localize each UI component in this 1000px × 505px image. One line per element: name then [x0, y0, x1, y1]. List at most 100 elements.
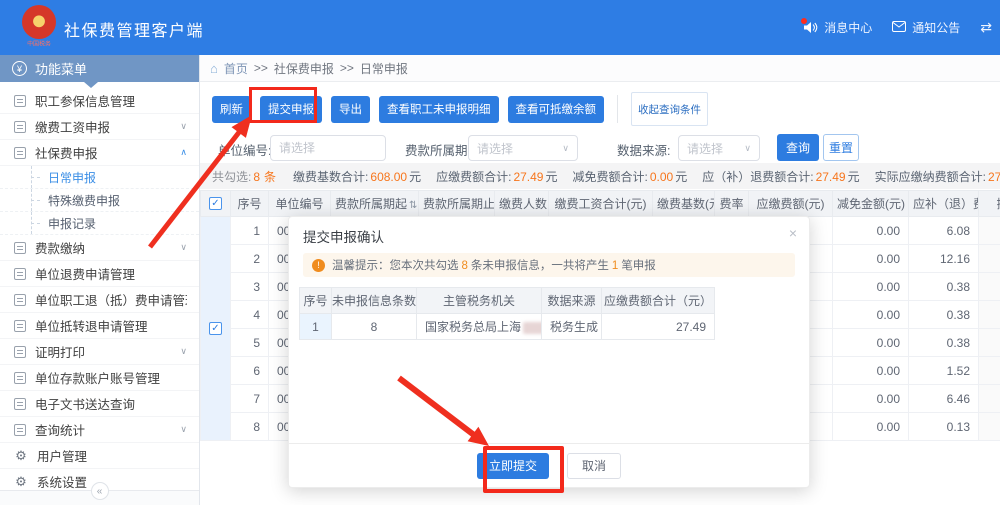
- view-undeclared-button[interactable]: 查看职工未申报明细: [379, 96, 499, 123]
- submit-confirm-dialog: 提交申报确认 × ! 温馨提示：您本次共勾选8条未申报信息，一共将产生1笔申报 …: [288, 216, 810, 488]
- export-button[interactable]: 导出: [331, 96, 370, 123]
- view-balance-button[interactable]: 查看可抵缴余额: [508, 96, 605, 123]
- sidebar: ¥ 功能菜单 职工参保信息管理 缴费工资申报 ∨ 社保费申报 ∧ 日常申报 特殊…: [0, 55, 200, 505]
- dialog-tip-banner: ! 温馨提示：您本次共勾选8条未申报信息，一共将产生1笔申报: [303, 253, 795, 277]
- col-rate: 费率: [715, 191, 749, 217]
- sidebar-subitem-declare-record[interactable]: 申报记录: [0, 212, 199, 235]
- form-icon: [14, 147, 26, 159]
- sidebar-item-employee-refund[interactable]: 单位职工退（抵）费申请管理: [0, 287, 199, 313]
- document-icon: [14, 95, 26, 107]
- yen-circle-icon: ¥: [12, 61, 27, 76]
- redacted-text: [523, 322, 541, 334]
- sidebar-item-salary-declare[interactable]: 缴费工资申报 ∨: [0, 114, 199, 140]
- fee-period-select[interactable]: 请选择 ∨: [468, 135, 578, 161]
- col-period-start[interactable]: 费款所属期起⇅: [331, 191, 419, 217]
- document-send-icon: [14, 398, 26, 410]
- collapse-query-button[interactable]: 收起查询条件: [631, 92, 708, 126]
- col-period-end: 费款所属期止: [419, 191, 495, 217]
- chevron-down-icon: ∨: [180, 346, 187, 357]
- message-center-link[interactable]: 消息中心: [803, 19, 872, 36]
- col-op: 操作: [979, 191, 1000, 217]
- refund-icon: [14, 268, 26, 280]
- message-center-label: 消息中心: [824, 19, 872, 36]
- sidebar-subitem-special-declare[interactable]: 特殊缴费申报: [0, 189, 199, 212]
- reset-button[interactable]: 重置: [823, 134, 859, 161]
- data-source-label: 数据来源:: [617, 140, 670, 159]
- data-source-select[interactable]: 请选择 ∨: [678, 135, 760, 161]
- col-refund: 应补（退）费额(元): [909, 191, 979, 217]
- home-icon[interactable]: ⌂: [210, 61, 218, 76]
- chevron-down-icon: ∨: [180, 242, 187, 253]
- sidebar-menu: 职工参保信息管理 缴费工资申报 ∨ 社保费申报 ∧ 日常申报 特殊缴费申报 申报…: [0, 88, 199, 495]
- close-icon[interactable]: ×: [789, 225, 797, 241]
- warning-icon: !: [312, 259, 325, 272]
- fee-period-label: 费款所属期:: [405, 140, 471, 159]
- app-title: 社保费管理客户端: [64, 17, 204, 41]
- col-base: 缴费基数(元): [653, 191, 715, 217]
- sidebar-item-user-management[interactable]: ⚙ 用户管理: [0, 443, 199, 469]
- authority-cell: 国家税务总局上海税务...: [417, 314, 542, 340]
- top-header: ★ 中国税务 社保费管理客户端 消息中心 通知公告 ⇄: [0, 0, 1000, 55]
- unit-code-input[interactable]: [270, 135, 386, 161]
- app-logo: ★ 中国税务: [16, 5, 62, 49]
- sort-icon: ⇅: [409, 200, 417, 211]
- sidebar-item-edoc-delivery[interactable]: 电子文书送达查询: [0, 391, 199, 417]
- refresh-button[interactable]: 刷新: [212, 96, 251, 123]
- refund-icon: [14, 294, 26, 306]
- submit-declare-button[interactable]: 提交申报: [260, 96, 322, 123]
- dialog-title: 提交申报确认: [289, 217, 809, 253]
- chevron-down-icon: ∨: [562, 143, 569, 154]
- sidebar-item-offset-refund[interactable]: 单位抵转退申请管理: [0, 313, 199, 339]
- breadcrumb-level2: 日常申报: [360, 60, 408, 77]
- menu-title: 功能菜单: [35, 59, 87, 78]
- sidebar-item-employee-insurance[interactable]: 职工参保信息管理: [0, 88, 199, 114]
- sidebar-item-bank-account[interactable]: 单位存款账户账号管理: [0, 365, 199, 391]
- confirm-table-row: 1 8 国家税务总局上海税务... 税务生成 27.49: [300, 314, 715, 340]
- sidebar-subitem-daily-declare[interactable]: 日常申报: [0, 166, 199, 189]
- submit-now-button[interactable]: 立即提交: [477, 453, 549, 479]
- mcol-total: 应缴费额合计（元）: [602, 288, 715, 314]
- sidebar-footer: «: [0, 490, 199, 505]
- chevron-down-icon: ∨: [744, 143, 751, 154]
- sidebar-item-social-fee-declare[interactable]: 社保费申报 ∧: [0, 140, 199, 166]
- tax-emblem-icon: ★: [22, 5, 56, 39]
- header-actions: 消息中心 通知公告 ⇄: [803, 0, 992, 55]
- col-salary-total: 缴费工资合计(元): [549, 191, 653, 217]
- sidebar-item-fee-payment[interactable]: 费款缴纳 ∨: [0, 235, 199, 261]
- toolbar: 刷新 提交申报 导出 查看职工未申报明细 查看可抵缴余额 收起查询条件: [200, 88, 1000, 130]
- account-icon: [14, 372, 26, 384]
- mcol-authority: 主管税务机关: [417, 288, 542, 314]
- sidebar-item-unit-refund[interactable]: 单位退费申请管理: [0, 261, 199, 287]
- select-all-checkbox[interactable]: ✓: [209, 197, 222, 210]
- query-button[interactable]: 查询: [777, 134, 819, 161]
- mcol-source: 数据来源: [542, 288, 602, 314]
- printer-icon: [14, 346, 26, 358]
- chart-icon: [14, 424, 26, 436]
- mcol-count: 未申报信息条数: [332, 288, 417, 314]
- notice-link[interactable]: 通知公告: [892, 19, 960, 36]
- mcol-seq: 序号: [300, 288, 332, 314]
- breadcrumb-separator: >>: [254, 61, 268, 75]
- col-seq: 序号: [231, 191, 269, 217]
- chevron-up-icon: ∧: [180, 147, 187, 158]
- menu-banner: ¥ 功能菜单: [0, 55, 199, 82]
- unit-code-label: 单位编号:: [218, 140, 271, 159]
- notice-label: 通知公告: [912, 19, 960, 36]
- chevron-down-icon: ∨: [180, 121, 187, 132]
- edit-icon: [14, 121, 26, 133]
- sidebar-collapse-button[interactable]: «: [91, 482, 109, 500]
- switch-account-icon[interactable]: ⇄: [980, 19, 992, 36]
- emblem-star: ★: [33, 14, 45, 30]
- sidebar-item-certificate-print[interactable]: 证明打印 ∨: [0, 339, 199, 365]
- speaker-icon: [803, 21, 818, 34]
- gear-icon: ⚙: [14, 475, 28, 488]
- breadcrumb-home[interactable]: 首页: [224, 60, 248, 77]
- cancel-button[interactable]: 取消: [567, 453, 621, 479]
- breadcrumb-level1[interactable]: 社保费申报: [274, 60, 334, 77]
- refund-icon: [14, 320, 26, 332]
- sidebar-item-query-statistics[interactable]: 查询统计 ∨: [0, 417, 199, 443]
- breadcrumb: ⌂ 首页 >> 社保费申报 >> 日常申报: [200, 55, 1000, 82]
- row-group-checkbox[interactable]: ✓: [209, 322, 222, 335]
- toolbar-divider: [617, 95, 618, 123]
- summary-bar: 共勾选:8条 缴费基数合计:608.00元 应缴费额合计:27.49元 减免费额…: [200, 163, 1000, 189]
